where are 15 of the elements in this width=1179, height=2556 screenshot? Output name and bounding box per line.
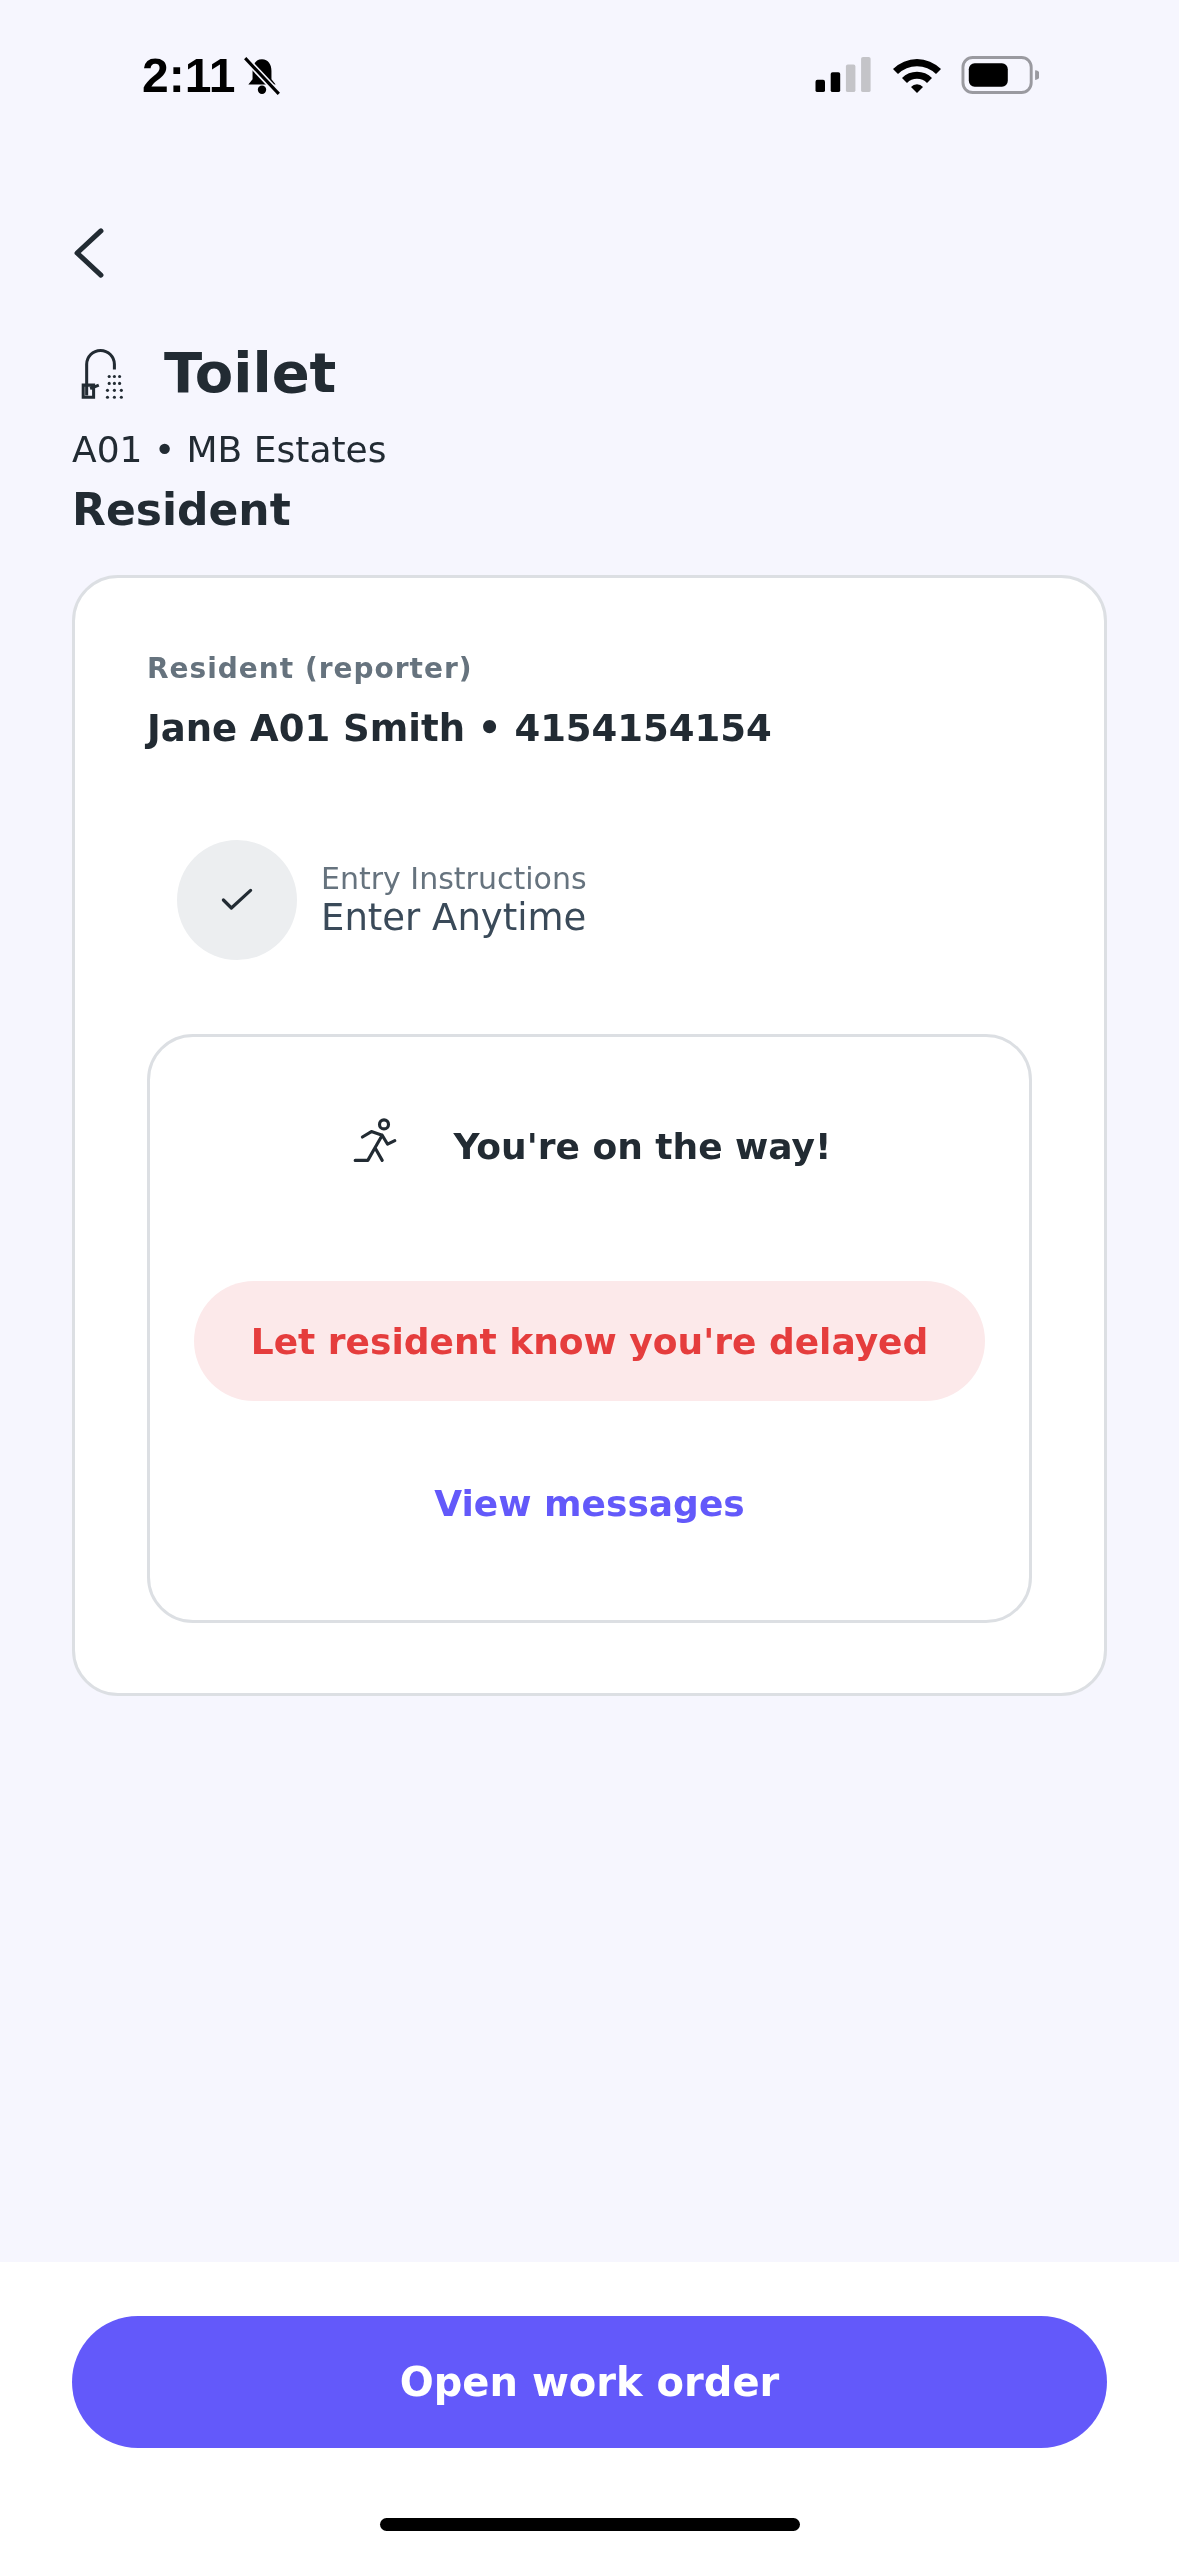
open-work-order-button[interactable]: Open work order [72, 2316, 1107, 2448]
delay-button[interactable]: Let resident know you're delayed [194, 1281, 985, 1401]
entry-value: Enter Anytime [321, 896, 587, 939]
reporter-label: Resident (reporter) [147, 652, 474, 685]
page-title: Toilet [164, 340, 337, 405]
section-heading: Resident [72, 484, 292, 535]
trip-status: You're on the way! [453, 1125, 832, 1167]
reporter-contact: Jane A01 Smith • 4154154154 [147, 707, 773, 750]
entry-label: Entry Instructions [321, 861, 587, 896]
battery-icon [961, 55, 1039, 95]
view-messages-link[interactable]: View messages [434, 1483, 745, 1524]
signal-icon [815, 56, 873, 94]
status-time: 2:11 [142, 47, 236, 103]
back-icon[interactable] [72, 226, 106, 280]
unit-property: A01 • MB Estates [72, 429, 388, 470]
